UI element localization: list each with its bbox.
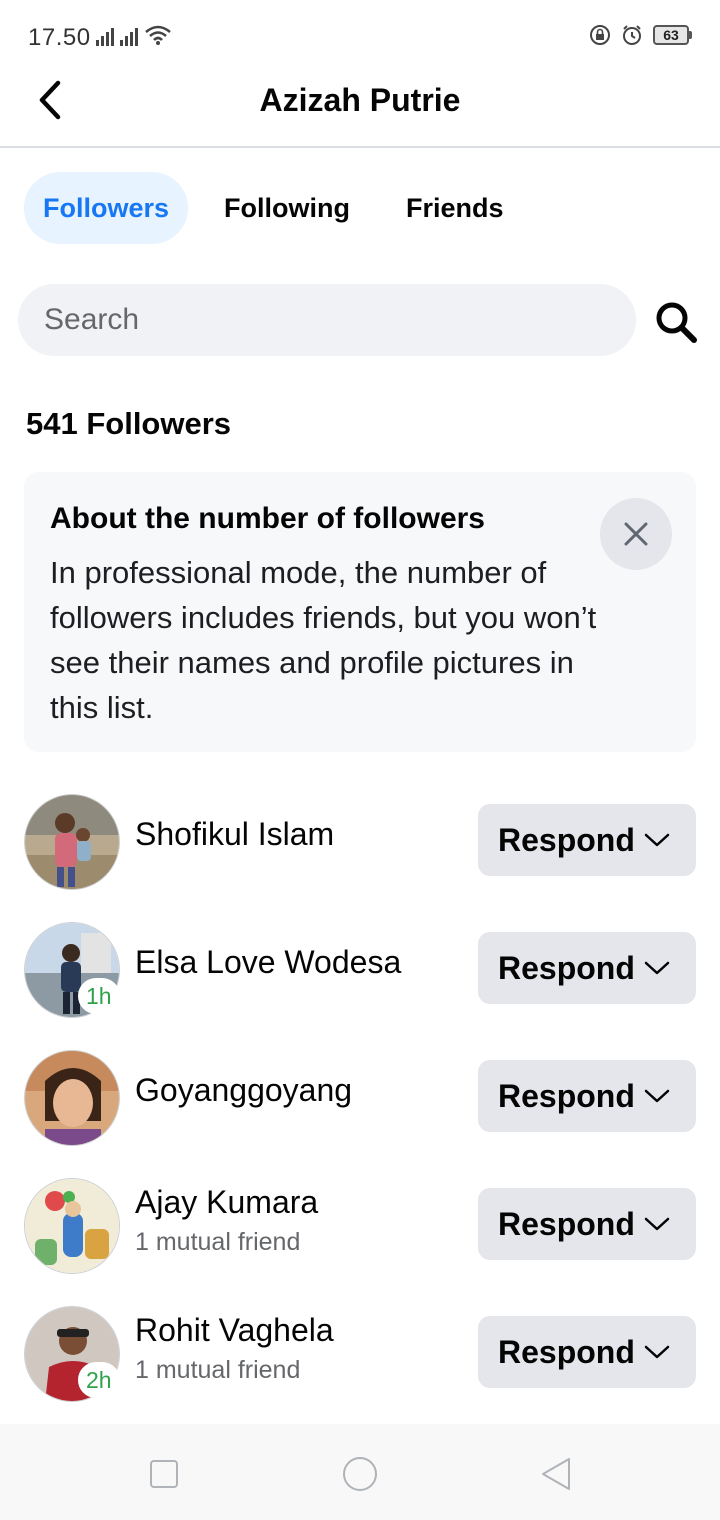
recents-square-icon: [150, 1460, 178, 1488]
mutual-friends: 1 mutual friend: [135, 1356, 301, 1384]
chevron-down-icon: [644, 1345, 670, 1359]
home-circle-icon: [343, 1457, 377, 1491]
status-signals: [96, 24, 172, 46]
respond-button[interactable]: Respond: [478, 1316, 696, 1388]
follower-name[interactable]: Elsa Love Wodesa: [135, 944, 401, 981]
chevron-down-icon: [644, 833, 670, 847]
tab-followers[interactable]: Followers: [24, 172, 189, 244]
follower-name[interactable]: Rohit Vaghela: [135, 1312, 334, 1349]
status-time: 17.50: [28, 24, 91, 51]
follower-row[interactable]: 2h Rohit Vaghela 1 mutual friend Respond: [0, 1298, 720, 1418]
info-card-title: About the number of followers: [50, 502, 485, 535]
lock-rotation-icon: [590, 25, 610, 45]
search-icon: [656, 302, 697, 343]
respond-label: Respond: [498, 821, 635, 858]
avatar[interactable]: [24, 1178, 120, 1274]
close-icon: [624, 522, 648, 546]
respond-button[interactable]: Respond: [478, 804, 696, 876]
battery-level: 63: [653, 25, 689, 45]
avatar[interactable]: [24, 794, 120, 890]
respond-label: Respond: [498, 1333, 635, 1370]
wifi-icon: [145, 25, 171, 45]
info-card-body: In professional mode, the number of foll…: [50, 555, 597, 725]
respond-label: Respond: [498, 949, 635, 986]
active-time-badge: 1h: [78, 978, 120, 1014]
follower-row[interactable]: Ajay Kumara 1 mutual friend Respond: [0, 1170, 720, 1290]
follower-name[interactable]: Shofikul Islam: [135, 816, 334, 853]
follower-row[interactable]: Shofikul Islam Respond: [0, 786, 720, 906]
follower-name[interactable]: Goyanggoyang: [135, 1072, 352, 1109]
tab-bar: Followers Following Friends: [24, 172, 522, 244]
recents-button[interactable]: [144, 1454, 184, 1494]
home-button[interactable]: [340, 1454, 380, 1494]
back-nav-button[interactable]: [536, 1454, 576, 1494]
follower-row[interactable]: 1h Elsa Love Wodesa Respond: [0, 914, 720, 1034]
respond-button[interactable]: Respond: [478, 1060, 696, 1132]
chevron-down-icon: [644, 1089, 670, 1103]
system-nav-bar: [0, 1424, 720, 1520]
chevron-down-icon: [644, 961, 670, 975]
follower-row[interactable]: Goyanggoyang Respond: [0, 1042, 720, 1162]
mutual-friends: 1 mutual friend: [135, 1228, 301, 1256]
search-input[interactable]: [18, 284, 636, 356]
tab-following[interactable]: Following: [206, 172, 368, 244]
signal-icon: [96, 26, 114, 46]
status-bar: 17.50 63: [0, 0, 720, 72]
follower-name[interactable]: Ajay Kumara: [135, 1184, 318, 1221]
close-info-button[interactable]: [600, 498, 672, 570]
info-card: About the number of followers In profess…: [24, 472, 696, 752]
alarm-icon: [623, 25, 641, 45]
status-right-icons: 63: [589, 24, 692, 46]
respond-label: Respond: [498, 1205, 635, 1242]
back-triangle-icon: [542, 1458, 570, 1490]
search-button[interactable]: [650, 296, 702, 348]
page-title: Azizah Putrie: [259, 82, 461, 118]
followers-count: 541 Followers: [26, 406, 232, 441]
search-bar: [18, 284, 636, 356]
battery-icon: 63: [653, 25, 692, 45]
avatar[interactable]: [24, 1050, 120, 1146]
chevron-down-icon: [644, 1217, 670, 1231]
header: Azizah Putrie: [0, 72, 720, 148]
signal-icon: [120, 26, 138, 46]
tab-friends[interactable]: Friends: [388, 172, 522, 244]
respond-button[interactable]: Respond: [478, 932, 696, 1004]
active-time-badge: 2h: [78, 1362, 120, 1398]
respond-label: Respond: [498, 1077, 635, 1114]
respond-button[interactable]: Respond: [478, 1188, 696, 1260]
